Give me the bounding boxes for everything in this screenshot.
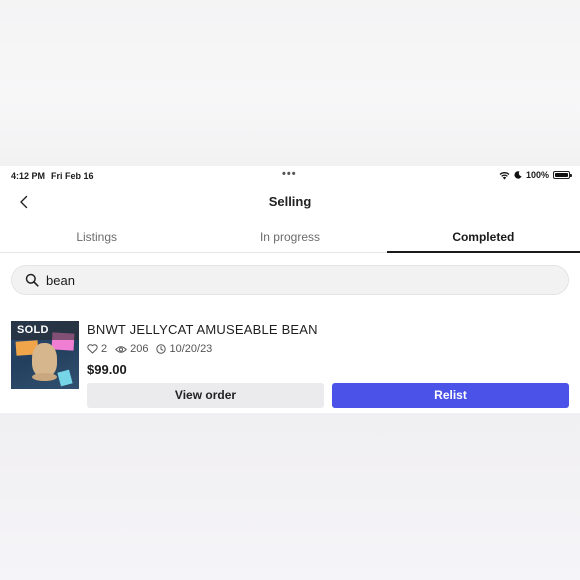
tab-listings[interactable]: Listings [0, 222, 193, 252]
status-time: 4:12 PM [11, 171, 46, 181]
list-item[interactable]: SOLD BNWT JELLYCAT AMUSEABLE BEAN 2 206 [11, 321, 569, 411]
listing-date: 10/20/23 [169, 343, 213, 355]
search-input[interactable] [46, 272, 526, 288]
page-title: Selling [268, 194, 312, 209]
app-window: 4:12 PM Fri Feb 16 ••• 100% Selling List… [0, 166, 580, 413]
search-bar [11, 265, 569, 295]
plush-bean-feet [32, 373, 57, 381]
plush-bean-body [32, 343, 57, 377]
battery-percentage: 100% [525, 170, 549, 180]
background-blur-top [0, 0, 580, 166]
multitasking-dots-icon[interactable]: ••• [282, 168, 297, 180]
item-thumbnail[interactable]: SOLD [11, 321, 79, 389]
tab-bar: Listings In progress Completed [0, 222, 580, 253]
date-group: 10/20/23 [156, 343, 212, 355]
clock-icon [156, 344, 167, 354]
navigation-header: Selling [0, 184, 580, 218]
tab-in-progress[interactable]: In progress [193, 222, 386, 252]
item-price: $99.00 [87, 362, 127, 377]
wifi-icon [499, 171, 510, 179]
sold-badge: SOLD [11, 321, 79, 340]
tag-blue [57, 369, 73, 387]
status-bar: 4:12 PM Fri Feb 16 ••• 100% [0, 166, 580, 184]
likes-count: 2 [101, 343, 108, 355]
status-indicators: 100% [499, 170, 572, 180]
eye-icon [115, 345, 128, 353]
battery-icon [553, 171, 572, 179]
tab-completed[interactable]: Completed [386, 222, 580, 253]
item-meta: 2 206 10/20/23 [87, 343, 220, 355]
heart-icon [87, 344, 98, 354]
likes-group: 2 [87, 343, 107, 355]
background-blur-bottom [0, 413, 580, 580]
status-date: Fri Feb 16 [51, 171, 94, 181]
moon-icon [514, 171, 522, 179]
views-count: 206 [130, 343, 149, 355]
views-group: 206 [115, 343, 148, 355]
view-order-button[interactable]: View order [87, 383, 324, 408]
search-icon [25, 273, 39, 287]
item-title[interactable]: BNWT JELLYCAT AMUSEABLE BEAN [87, 322, 318, 337]
relist-button[interactable]: Relist [332, 383, 569, 408]
